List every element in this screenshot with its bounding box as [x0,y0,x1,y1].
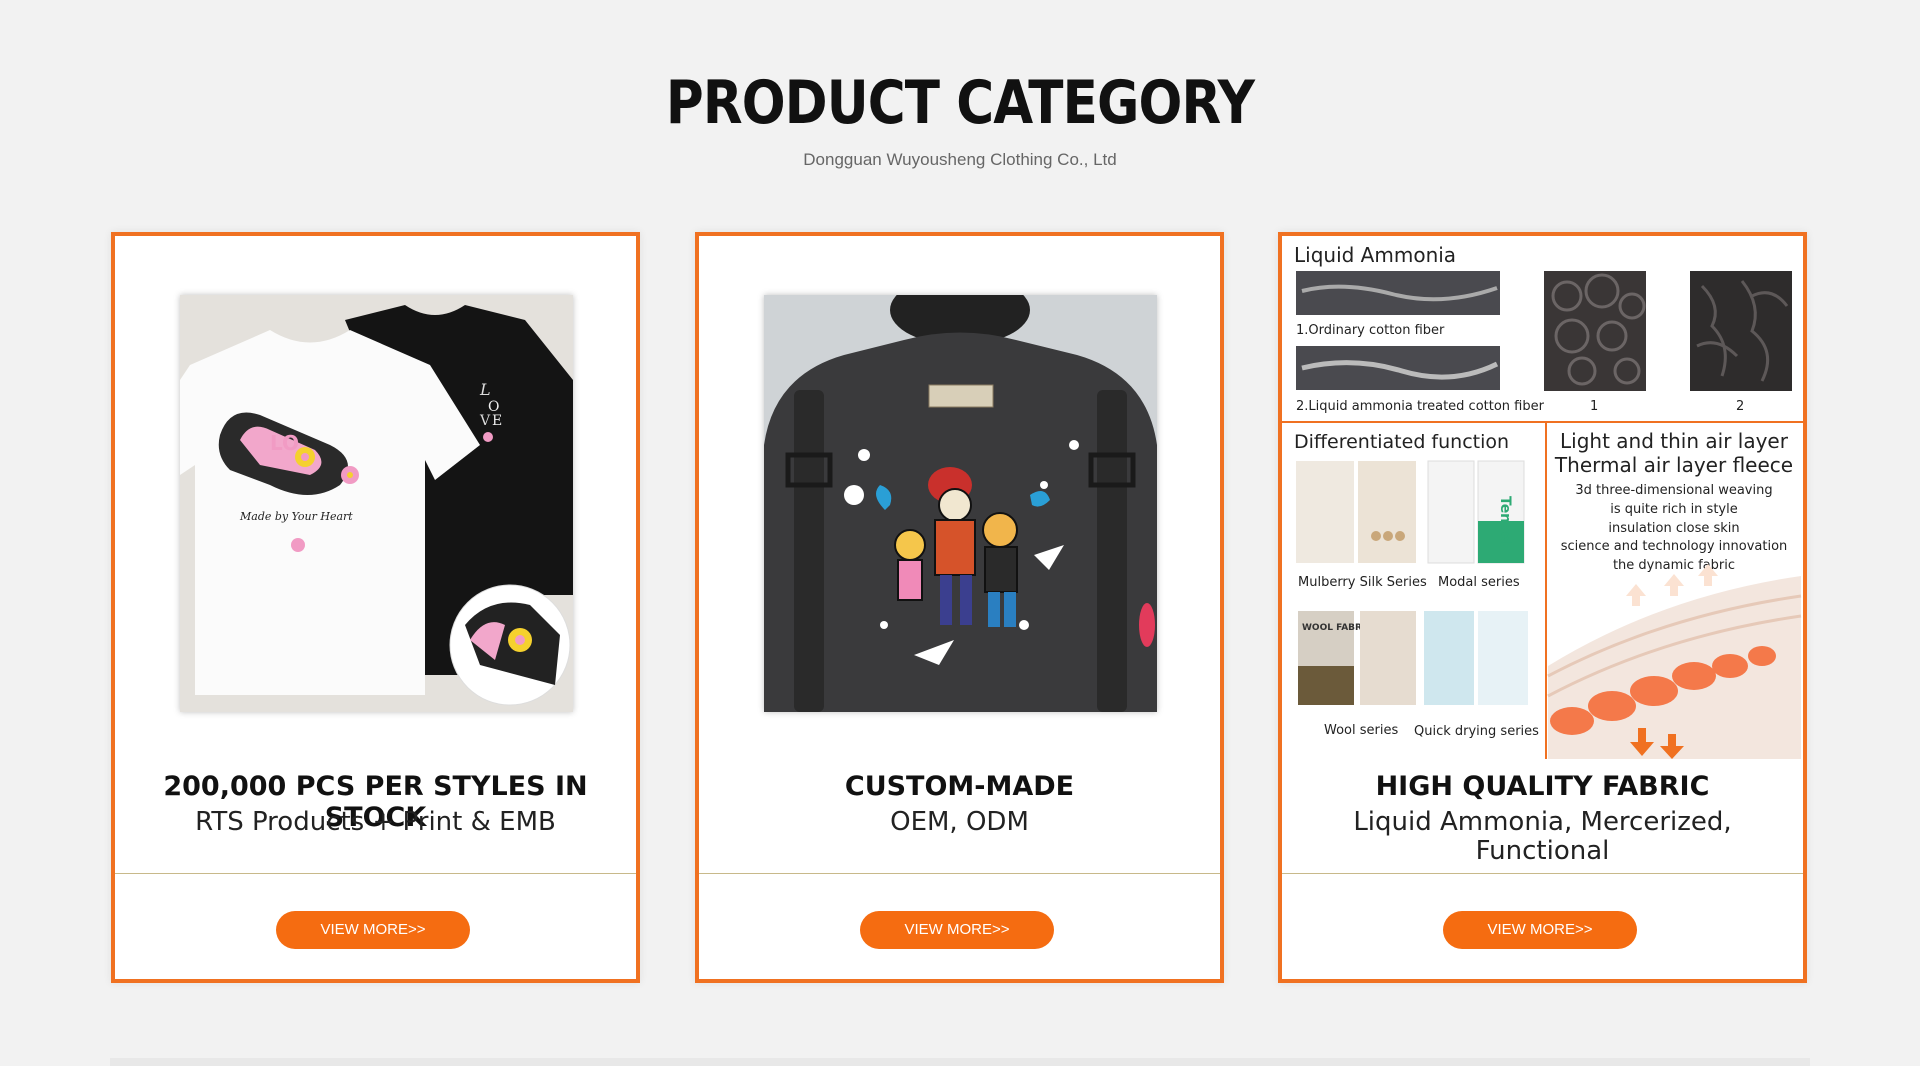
tshirt-product-image[interactable]: L O V E LO Made by Your Heart [180,295,573,712]
category-card-custom[interactable]: CUSTOM-MADE OEM, ODM VIEW MORE>> [695,232,1224,983]
svg-text:E: E [492,413,502,429]
svg-text:the dynamic fabric: the dynamic fabric [1613,558,1735,573]
category-card-stock[interactable]: L O V E LO Made by Your Heart 200,000 PC… [111,232,640,983]
card-divider [1282,873,1803,874]
svg-text:L: L [479,380,491,399]
modal-label: Modal series [1438,575,1520,590]
svg-text:insulation close skin: insulation close skin [1608,521,1739,536]
next-section-edge [110,1058,1810,1066]
sample-number-1: 1 [1590,399,1598,414]
fiber-label-2: 2.Liquid ammonia treated cotton fiber [1296,399,1545,414]
card-heading: CUSTOM-MADE [844,771,1075,802]
svg-text:3d three-dimensional weaving: 3d three-dimensional weaving [1575,483,1772,498]
custom-jacket-image[interactable] [764,295,1157,712]
card-heading: HIGH QUALITY FABRIC [1375,771,1710,802]
card-divider [115,873,636,874]
card-subheading: OEM, ODM [890,807,1029,837]
card-divider [699,873,1220,874]
differentiated-title: Differentiated function [1294,431,1509,453]
sample-number-2: 2 [1736,399,1744,414]
svg-text:is quite rich in style: is quite rich in style [1610,502,1737,517]
view-more-button[interactable]: VIEW MORE>> [276,911,470,949]
wool-label: Wool series [1324,723,1398,738]
svg-text:Made by Your Heart: Made by Your Heart [239,510,353,523]
company-subtitle: Dongguan Wuyousheng Clothing Co., Ltd [803,150,1117,169]
section-header: PRODUCT CATEGORY Dongguan Wuyousheng Clo… [0,68,1920,170]
air-title-2: Thermal air layer fleece [1554,453,1793,477]
fabric-infographic[interactable]: Liquid Ammonia 1.Ordinary cotton fiber 2… [1282,236,1803,759]
view-more-button[interactable]: VIEW MORE>> [860,911,1054,949]
card-subheading: RTS Products + Print & EMB [195,807,556,837]
tencel-label: Tencel [1497,496,1513,546]
liquid-ammonia-title: Liquid Ammonia [1294,243,1456,267]
view-more-button[interactable]: VIEW MORE>> [1443,911,1637,949]
mulberry-label: Mulberry Silk Series [1298,575,1427,590]
page-title: PRODUCT CATEGORY [665,68,1255,138]
quick-drying-label: Quick drying series [1414,724,1539,739]
svg-text:V: V [479,413,491,429]
fiber-label-1: 1.Ordinary cotton fiber [1296,323,1445,338]
svg-text:science and technology innovat: science and technology innovation [1561,539,1788,554]
svg-text:LO: LO [270,431,299,455]
air-title-1: Light and thin air layer [1560,429,1789,453]
category-card-fabric[interactable]: Liquid Ammonia 1.Ordinary cotton fiber 2… [1278,232,1807,983]
card-subheading: Liquid Ammonia, Mercerized, Functional [1353,807,1732,866]
